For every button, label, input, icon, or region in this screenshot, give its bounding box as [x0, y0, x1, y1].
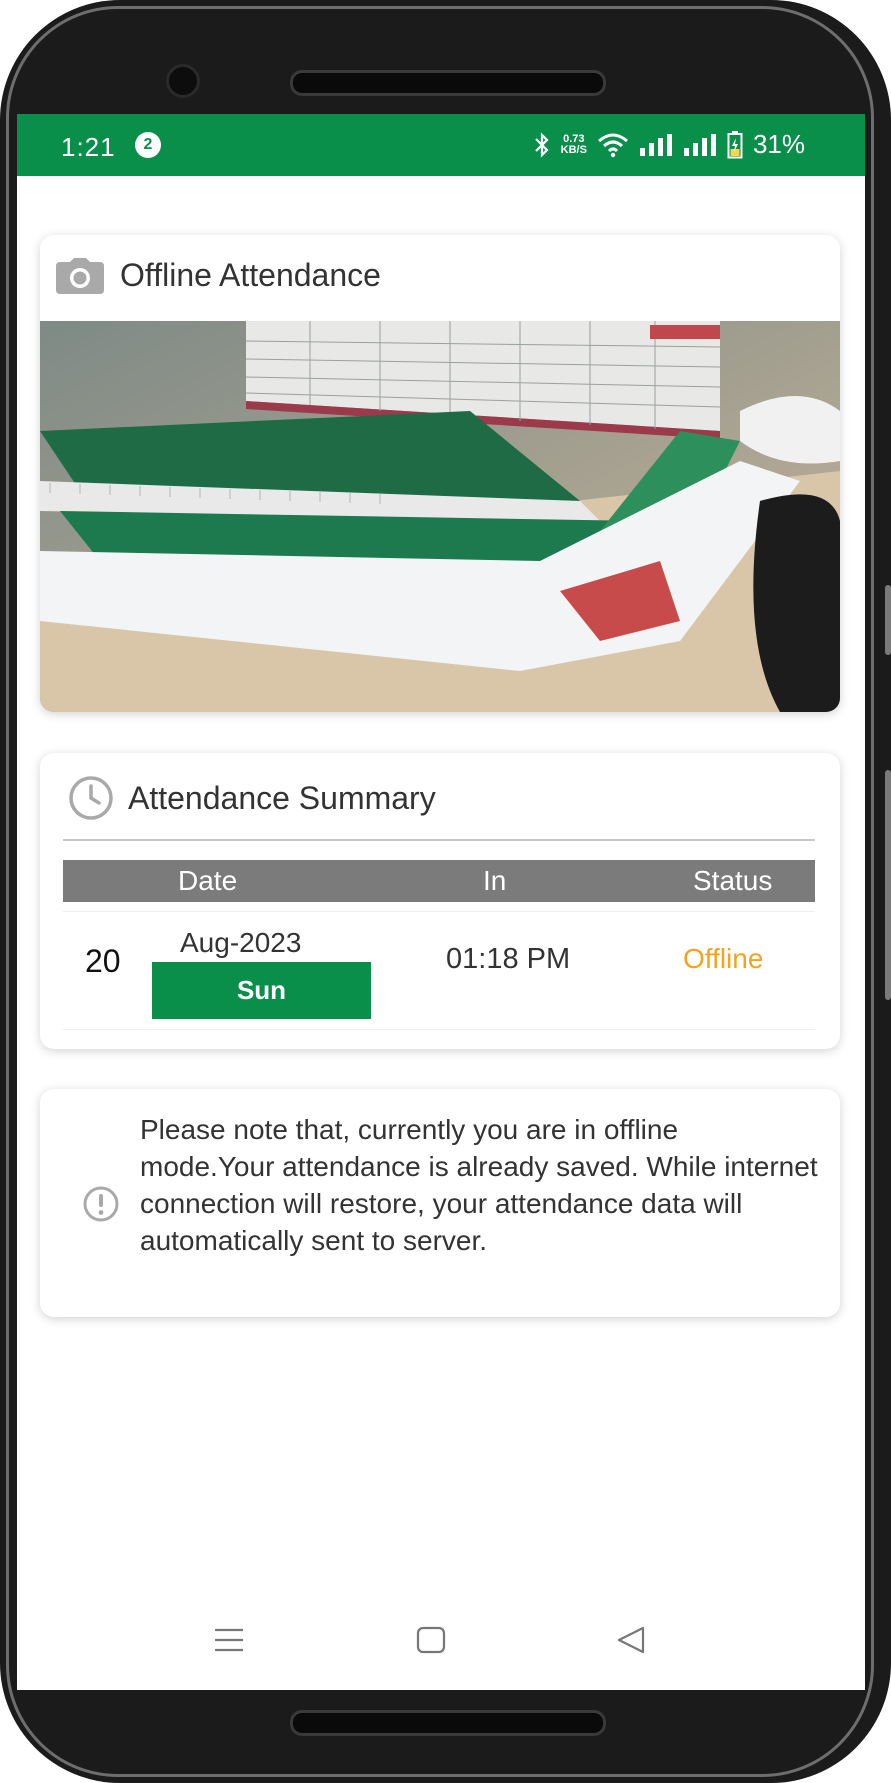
phone-frame: 1:21 2 0.73 KB/S 31% Offline Attendance …	[0, 0, 891, 1783]
table-header: Date In Status	[63, 860, 815, 902]
home-icon[interactable]	[415, 1624, 447, 1656]
offline-attendance-header: Offline Attendance	[56, 257, 381, 294]
weekday-badge: Sun	[152, 962, 371, 1019]
signal-icon	[639, 133, 672, 156]
row-divider	[63, 911, 815, 912]
side-button	[885, 770, 891, 1000]
attendance-summary-title: Attendance Summary	[128, 779, 436, 816]
offline-note-card: Please note that, currently you are in o…	[40, 1089, 840, 1317]
status-icons: 0.73 KB/S 31%	[533, 129, 805, 160]
camera-icon	[56, 257, 104, 294]
battery-percent: 31%	[752, 129, 805, 159]
network-speed: 0.73 KB/S	[560, 132, 587, 156]
earpiece-speaker	[290, 70, 606, 96]
column-date: Date	[178, 865, 238, 896]
wifi-icon	[597, 133, 628, 157]
column-in: In	[483, 865, 507, 896]
status-badge: Offline	[683, 943, 764, 974]
bottom-speaker	[290, 1710, 606, 1736]
network-speed-value: 0.73	[563, 132, 585, 145]
attendance-photo-image	[40, 321, 840, 712]
battery-icon	[727, 130, 743, 158]
attendance-summary-card: Attendance Summary Date In Status 20 Aug…	[40, 753, 840, 1049]
signal-icon	[683, 133, 716, 156]
attendance-photo	[40, 321, 840, 712]
offline-attendance-title: Offline Attendance	[120, 257, 381, 293]
status-bar: 1:21 2 0.73 KB/S 31%	[17, 114, 865, 176]
offline-note-text: Please note that, currently you are in o…	[140, 1114, 818, 1256]
notification-badge: 2	[135, 132, 161, 158]
header-divider	[63, 839, 815, 841]
month-year: Aug-2023	[180, 927, 302, 958]
in-time: 01:18 PM	[446, 943, 571, 975]
bluetooth-icon	[534, 131, 549, 158]
attendance-summary-header: Attendance Summary	[68, 775, 436, 821]
offline-attendance-card: Offline Attendance	[40, 235, 840, 712]
exclamation-circle-icon	[83, 1186, 119, 1222]
navigation-bar	[17, 1604, 865, 1690]
back-icon[interactable]	[615, 1624, 647, 1656]
side-button	[885, 585, 891, 655]
menu-icon[interactable]	[213, 1624, 245, 1656]
row-divider	[63, 1029, 815, 1030]
front-camera	[166, 64, 200, 98]
day-number: 20	[85, 943, 121, 979]
clock-icon	[69, 776, 113, 820]
network-speed-unit: KB/S	[560, 143, 587, 156]
app-screen: 1:21 2 0.73 KB/S 31% Offline Attendance …	[17, 114, 865, 1690]
column-status: Status	[693, 865, 773, 896]
status-time: 1:21	[61, 132, 116, 162]
